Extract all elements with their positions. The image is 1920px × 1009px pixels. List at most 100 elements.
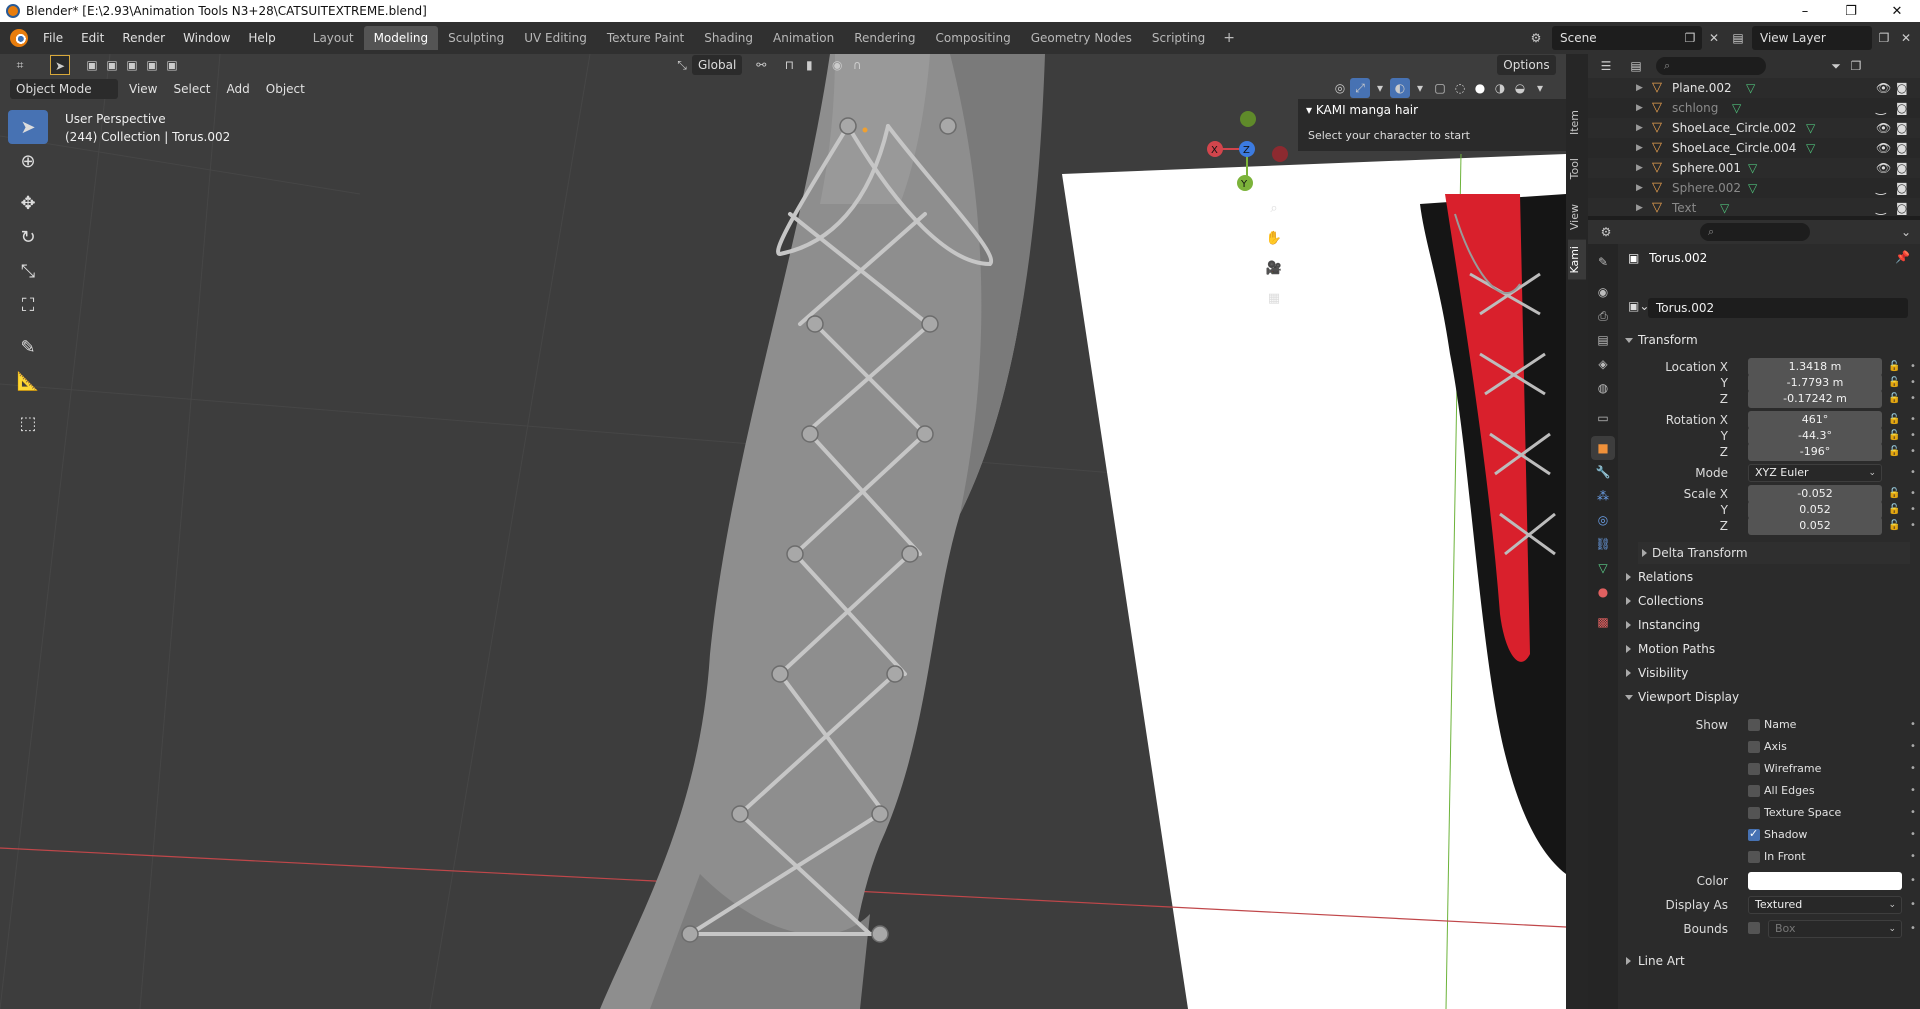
gizmos-toggle-icon[interactable]: ⤢ [1350, 78, 1370, 98]
select-intersect-icon[interactable]: ▣ [162, 55, 182, 75]
tab-scripting[interactable]: Scripting [1142, 26, 1215, 50]
mesh-data-icon[interactable]: ▽ [1746, 78, 1755, 98]
proportional-falloff-icon[interactable]: ∩ [847, 55, 867, 75]
show-texture-space-checkbox[interactable]: Texture Space [1748, 804, 1841, 822]
visibility-eye-icon[interactable]: 👁 [1876, 158, 1891, 178]
tool-tab-icon[interactable]: ✎ [1591, 250, 1615, 274]
render-camera-icon[interactable]: ◙ [1896, 158, 1908, 178]
expand-triangle-icon[interactable]: ▶ [1636, 118, 1643, 138]
material-shading-icon[interactable]: ◑ [1490, 78, 1510, 98]
text-data-icon[interactable]: ▽ [1720, 198, 1729, 216]
blender-logo-icon[interactable] [10, 29, 28, 47]
show-in-front-checkbox[interactable]: In Front [1748, 848, 1806, 866]
render-camera-icon[interactable]: ◙ [1896, 138, 1908, 158]
tab-animation[interactable]: Animation [763, 26, 844, 50]
zoom-icon[interactable]: ⌕ [1260, 195, 1288, 223]
measure-tool[interactable]: 📐 [8, 364, 48, 398]
visibility-eye-icon[interactable]: 👁 [1876, 78, 1891, 98]
keyframe-dot-icon[interactable]: • [1910, 896, 1916, 914]
rotation-mode-dropdown[interactable]: XYZ Euler ⌄ [1748, 464, 1882, 482]
physics-tab-icon[interactable]: ◎ [1591, 508, 1615, 532]
hidden-eye-icon[interactable]: ‿ [1876, 198, 1886, 216]
keyframe-dot-icon[interactable]: • [1910, 760, 1916, 778]
tab-modeling[interactable]: Modeling [363, 26, 439, 50]
motion-paths-section-header[interactable]: Motion Paths [1624, 638, 1914, 660]
keyframe-dot-icon[interactable]: • [1910, 716, 1916, 734]
hidden-eye-icon[interactable]: ‿ [1876, 98, 1886, 118]
outliner-row[interactable]: ▶ ▽ schlong ▽ ‿ ◙ [1588, 98, 1920, 118]
view-layer-tab-icon[interactable]: ▤ [1591, 328, 1615, 352]
keyframe-dot-icon[interactable]: • [1910, 390, 1916, 408]
new-scene-icon[interactable]: ❐ [1680, 28, 1700, 48]
transform-section-header[interactable]: Transform [1624, 329, 1914, 351]
select-extend-icon[interactable]: ▣ [102, 55, 122, 75]
tab-item[interactable]: Item [1568, 104, 1586, 141]
line-art-section-header[interactable]: Line Art [1624, 950, 1914, 972]
new-view-layer-icon[interactable]: ❐ [1874, 28, 1894, 48]
collection-tab-icon[interactable]: ▭ [1591, 406, 1615, 430]
show-axis-checkbox[interactable]: Axis [1748, 738, 1787, 756]
3d-viewport[interactable]: X Z Y ⌗ ➤ ▣ ▣ ▣ ▣ ▣ ⤡ Global ⚯ ⊓ ▮ ◉ ∩ O… [0, 54, 1566, 1009]
view-layer-icon[interactable]: ▤ [1728, 28, 1748, 48]
render-camera-icon[interactable]: ◙ [1896, 198, 1908, 216]
menu-file[interactable]: File [34, 22, 72, 54]
menu-window[interactable]: Window [174, 22, 239, 54]
gizmos-dropdown-icon[interactable]: ▾ [1370, 78, 1390, 98]
scale-tool[interactable]: ⤡ [8, 254, 48, 288]
tab-layout[interactable]: Layout [303, 26, 364, 50]
close-button[interactable]: ✕ [1874, 4, 1920, 19]
outliner-editor-type-icon[interactable]: ☰ [1596, 56, 1616, 76]
menu-render[interactable]: Render [113, 22, 174, 54]
keyframe-dot-icon[interactable]: • [1910, 738, 1916, 756]
tab-sculpting[interactable]: Sculpting [438, 26, 514, 50]
snap-icon[interactable]: ⊓ [779, 55, 799, 75]
mesh-data-icon[interactable]: ▽ [1748, 158, 1757, 178]
add-cube-tool[interactable]: ⬚ [8, 406, 48, 440]
xray-icon[interactable]: ▢ [1430, 78, 1450, 98]
texture-tab-icon[interactable]: ▩ [1591, 610, 1615, 634]
visibility-icon[interactable]: ◎ [1330, 78, 1350, 98]
keyframe-dot-icon[interactable]: • [1910, 848, 1916, 866]
viewport-menu-add[interactable]: Add [219, 78, 258, 100]
viewport-scene[interactable]: X Z Y [0, 54, 1566, 1009]
lock-icon[interactable]: 🔓 [1888, 517, 1900, 535]
properties-options-icon[interactable]: ⌄ [1896, 222, 1916, 242]
tab-texture-paint[interactable]: Texture Paint [597, 26, 694, 50]
select-new-icon[interactable]: ▣ [82, 55, 102, 75]
render-camera-icon[interactable]: ◙ [1896, 178, 1908, 198]
keyframe-dot-icon[interactable]: • [1910, 517, 1916, 535]
tab-uv-editing[interactable]: UV Editing [514, 26, 597, 50]
menu-edit[interactable]: Edit [72, 22, 113, 54]
outliner-row[interactable]: ▶ ▽ Sphere.002 ▽ ‿ ◙ [1588, 178, 1920, 198]
outliner-row[interactable]: ▶ ▽ Plane.002 ▽ 👁 ◙ [1588, 78, 1920, 98]
overlays-toggle-icon[interactable]: ◐ [1390, 78, 1410, 98]
pivot-point-icon[interactable]: ⚯ [751, 55, 771, 75]
cursor-tool[interactable]: ⊕ [8, 144, 48, 178]
rotation-z-field[interactable]: -196° [1748, 443, 1882, 461]
tab-shading[interactable]: Shading [694, 26, 763, 50]
visibility-section-header[interactable]: Visibility [1624, 662, 1914, 684]
object-mode-dropdown[interactable]: Object Mode [10, 79, 118, 99]
pin-icon[interactable]: 📌 [1895, 250, 1910, 264]
select-invert-icon[interactable]: ▣ [142, 55, 162, 75]
display-mode-icon[interactable]: ▤ [1626, 56, 1646, 76]
tab-tool[interactable]: Tool [1568, 152, 1586, 185]
render-camera-icon[interactable]: ◙ [1896, 118, 1908, 138]
keyframe-dot-icon[interactable]: • [1910, 464, 1916, 482]
transform-orientation-dropdown[interactable]: Global [692, 55, 743, 75]
lock-icon[interactable]: 🔓 [1888, 443, 1900, 461]
render-tab-icon[interactable]: ◉ [1591, 280, 1615, 304]
location-z-field[interactable]: -0.17242 m [1748, 390, 1882, 408]
object-tab-icon[interactable]: ■ [1591, 436, 1615, 460]
remove-scene-icon[interactable]: ✕ [1704, 28, 1724, 48]
snap-target-icon[interactable]: ▮ [799, 55, 819, 75]
world-tab-icon[interactable]: ◍ [1591, 376, 1615, 400]
tab-rendering[interactable]: Rendering [844, 26, 925, 50]
filter-icon[interactable]: ⏷ [1826, 56, 1846, 76]
display-as-dropdown[interactable]: Textured ⌄ [1748, 896, 1902, 914]
output-tab-icon[interactable]: ⎙ [1591, 304, 1615, 328]
hidden-eye-icon[interactable]: ‿ [1876, 178, 1886, 198]
object-name-field[interactable]: Torus.002 [1648, 298, 1908, 318]
render-camera-icon[interactable]: ◙ [1896, 78, 1908, 98]
object-data-icon[interactable]: ▣⌄ [1628, 299, 1649, 313]
